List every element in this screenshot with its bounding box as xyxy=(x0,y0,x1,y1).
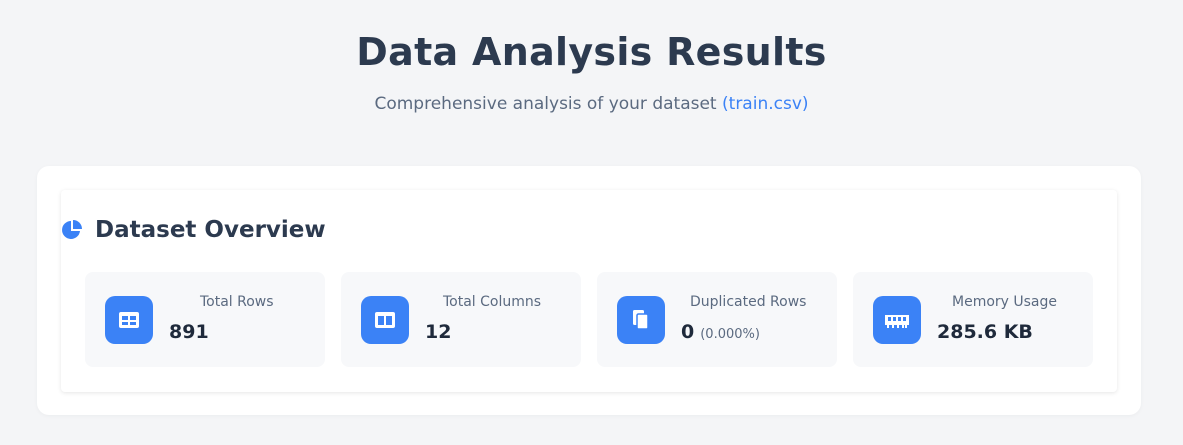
stat-label: Total Rows xyxy=(200,294,274,310)
dataset-filename: (train.csv) xyxy=(722,94,809,114)
dataset-overview-header: Dataset Overview xyxy=(61,214,326,246)
stat-label: Duplicated Rows xyxy=(690,294,807,310)
page-subtitle: Comprehensive analysis of your dataset (… xyxy=(0,94,1183,114)
section-title: Dataset Overview xyxy=(95,217,326,243)
stat-value: 12 xyxy=(425,321,452,343)
stat-value: 891 xyxy=(169,321,209,343)
stat-card-duplicated-rows: Duplicated Rows 0 (0.000%) xyxy=(597,272,837,367)
columns-icon xyxy=(361,296,409,344)
stat-card-memory-usage: Memory Usage 285.6 KB xyxy=(853,272,1093,367)
subtitle-text: Comprehensive analysis of your dataset xyxy=(374,94,717,114)
stat-value: 285.6 KB xyxy=(937,321,1033,343)
memory-icon xyxy=(873,296,921,344)
table-icon xyxy=(105,296,153,344)
results-card: Dataset Overview Total Rows 891 Total Co… xyxy=(37,166,1141,415)
stat-label: Total Columns xyxy=(443,294,542,310)
duplicate-count: 0 xyxy=(681,321,695,343)
stat-card-total-columns: Total Columns 12 xyxy=(341,272,581,367)
copy-icon xyxy=(617,296,665,344)
stats-row: Total Rows 891 Total Columns 12 Duplicat… xyxy=(61,272,1093,367)
duplicate-percent: (0.000%) xyxy=(700,327,760,342)
stat-label: Memory Usage xyxy=(952,294,1058,310)
stat-value: 0 (0.000%) xyxy=(681,321,760,343)
stat-card-total-rows: Total Rows 891 xyxy=(85,272,325,367)
page-title: Data Analysis Results xyxy=(356,30,827,74)
pie-chart-icon xyxy=(61,219,83,241)
